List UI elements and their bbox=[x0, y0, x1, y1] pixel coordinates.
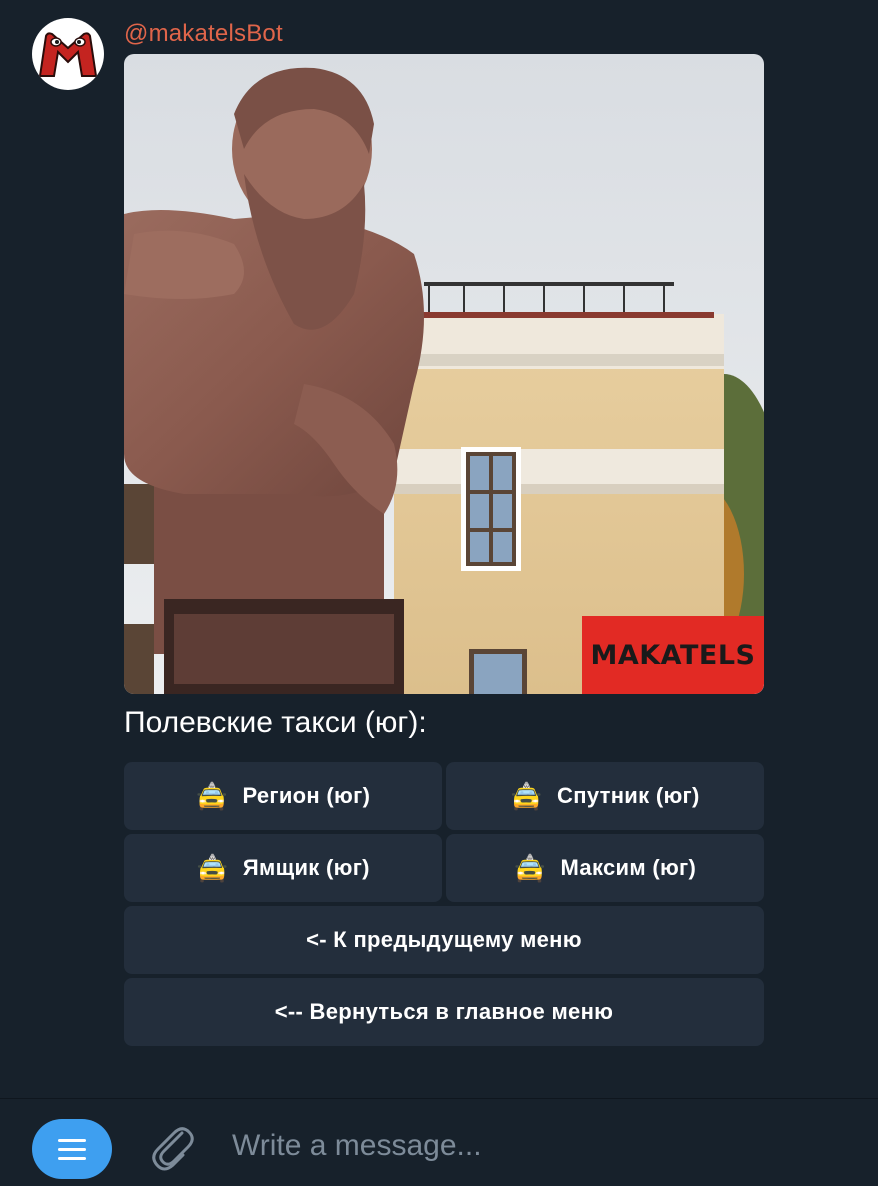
sender-name[interactable]: @makatelsBot bbox=[124, 20, 283, 48]
message-input[interactable] bbox=[232, 1121, 832, 1171]
makatels-watermark: MAKATELS bbox=[582, 616, 764, 694]
taxi-icon: 🚖 bbox=[195, 781, 229, 811]
menu-icon bbox=[58, 1147, 86, 1151]
button-label: <- К предыдущему меню bbox=[306, 927, 582, 952]
taxi-maksim-button[interactable]: 🚖 Максим (юг) bbox=[446, 834, 764, 902]
taxi-region-button[interactable]: 🚖 Регион (юг) bbox=[124, 762, 442, 830]
chat-area: @makatelsBot MAKATELS Полевские такси (ю… bbox=[0, 0, 878, 1098]
button-label: Ямщик (юг) bbox=[242, 855, 370, 880]
paperclip-icon[interactable] bbox=[148, 1121, 196, 1175]
bot-avatar[interactable] bbox=[32, 18, 104, 90]
main-menu-button[interactable]: <-- Вернуться в главное меню bbox=[124, 978, 764, 1046]
previous-menu-button[interactable]: <- К предыдущему меню bbox=[124, 906, 764, 974]
bot-menu-button[interactable] bbox=[32, 1119, 112, 1179]
taxi-icon: 🚖 bbox=[510, 781, 544, 811]
menu-icon bbox=[58, 1156, 86, 1160]
monument-photo-image bbox=[124, 54, 764, 694]
message-caption: Полевские такси (юг): bbox=[124, 706, 427, 739]
taxi-sputnik-button[interactable]: 🚖 Спутник (юг) bbox=[446, 762, 764, 830]
taxi-icon: 🚖 bbox=[513, 853, 547, 883]
message-composer bbox=[0, 1098, 878, 1186]
taxi-icon: 🚖 bbox=[196, 853, 229, 883]
message-photo[interactable]: MAKATELS bbox=[124, 54, 764, 694]
button-label: <-- Вернуться в главное меню bbox=[274, 999, 614, 1024]
button-label: Спутник (юг) bbox=[557, 783, 700, 808]
taxi-yamshchik-button[interactable]: 🚖 Ямщик (юг) bbox=[124, 834, 442, 902]
button-label: Максим (юг) bbox=[560, 855, 697, 880]
menu-icon bbox=[58, 1138, 86, 1142]
makatels-logo-icon bbox=[38, 32, 98, 77]
button-label: Регион (юг) bbox=[242, 783, 371, 808]
